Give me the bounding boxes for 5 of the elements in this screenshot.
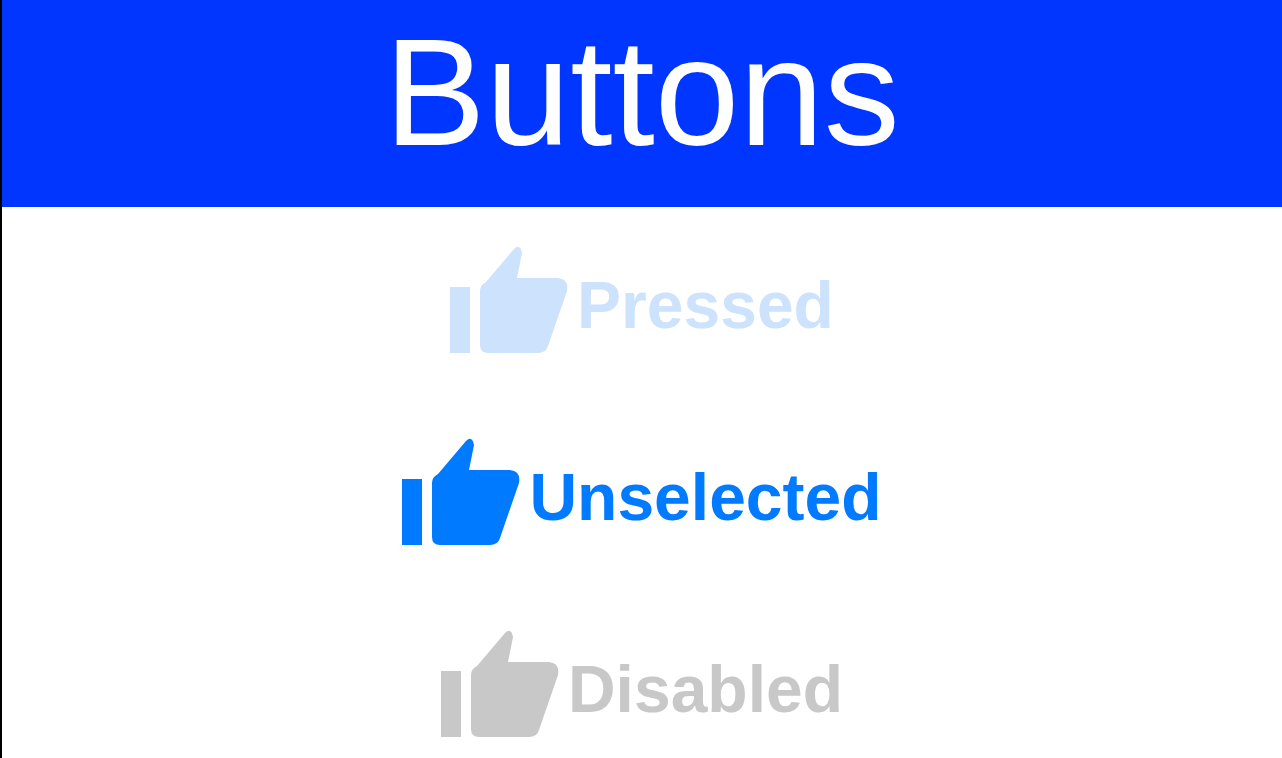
page-title: Buttons — [384, 16, 900, 168]
thumbs-up-icon — [440, 629, 559, 737]
like-button[interactable]: Unselected — [402, 437, 882, 545]
thumbs-up-icon — [450, 245, 569, 353]
thumbs-up-icon — [402, 437, 521, 545]
